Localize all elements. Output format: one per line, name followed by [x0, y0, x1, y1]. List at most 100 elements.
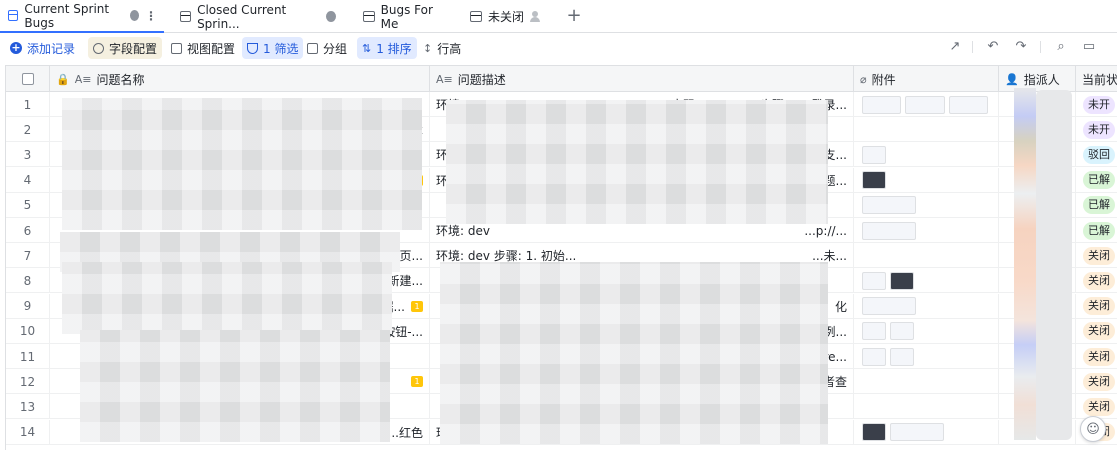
row-number: 8 — [6, 268, 50, 294]
attachment-thumbnail[interactable] — [890, 347, 914, 366]
status-cell[interactable]: 关闭 — [1076, 319, 1117, 344]
attachment-thumbnail[interactable] — [862, 145, 886, 164]
row-number: 3 — [6, 142, 50, 168]
attachment-thumbnail[interactable] — [890, 423, 944, 442]
status-cell[interactable]: 未开 — [1076, 92, 1117, 117]
tab-bugs-for-me[interactable]: Bugs For Me — [355, 0, 460, 33]
attachment-thumbnail[interactable] — [862, 196, 916, 215]
plus-circle-icon: + — [10, 41, 22, 54]
row-height-button[interactable]: ↕ 行高 — [418, 37, 466, 59]
tab-label: Current Sprint Bugs — [24, 1, 110, 30]
toolbar-divider — [972, 41, 973, 53]
text-field-icon: A≡ — [74, 72, 92, 86]
row-number: 10 — [6, 318, 50, 344]
gear-icon — [93, 42, 104, 54]
status-badge: 未开 — [1083, 95, 1115, 114]
attach-cell[interactable] — [854, 243, 999, 269]
tab-current-sprint-bugs[interactable]: Current Sprint Bugs ⋮ — [0, 0, 164, 33]
row-number: 13 — [6, 394, 50, 420]
attachment-thumbnail[interactable] — [862, 95, 902, 114]
attach-cell[interactable] — [854, 117, 999, 143]
status-cell[interactable]: 关闭 — [1076, 369, 1117, 394]
view-icon — [171, 42, 182, 54]
attachment-thumbnail[interactable] — [862, 347, 886, 366]
status-badge: 关闭 — [1083, 397, 1115, 416]
attach-cell[interactable] — [854, 167, 999, 193]
status-badge: 关闭 — [1083, 372, 1115, 391]
status-cell[interactable]: 关闭 — [1076, 294, 1117, 319]
add-record-label: 添加记录 — [27, 41, 76, 56]
add-record-button[interactable]: + 添加记录 — [5, 37, 80, 59]
attach-cell[interactable] — [854, 92, 999, 117]
table-icon — [180, 11, 192, 22]
attach-cell[interactable] — [854, 318, 999, 344]
attach-cell[interactable] — [854, 344, 999, 369]
attachment-thumbnail[interactable] — [862, 297, 916, 316]
group-button[interactable]: 分组 — [302, 37, 352, 59]
grid-header: 🔒 A≡ 问题名称 A≡ 问题描述 ⌀ 附件 👤 指派人 当前状 — [6, 66, 1117, 92]
status-cell[interactable]: 关闭 — [1076, 268, 1117, 293]
plus-icon[interactable]: + — [565, 6, 583, 26]
sort-button[interactable]: ⇅ 1 排序 — [357, 37, 417, 59]
sort-icon: ⇅ — [362, 41, 372, 55]
status-badge: 关闭 — [1083, 322, 1115, 341]
column-header-attach[interactable]: ⌀ 附件 — [854, 66, 999, 92]
attachment-thumbnail[interactable] — [862, 271, 886, 290]
comment-icon[interactable]: ▭ — [1082, 40, 1096, 54]
attachment-thumbnail[interactable] — [862, 221, 916, 240]
field-config-label: 字段配置 — [109, 41, 158, 56]
view-config-button[interactable]: 视图配置 — [166, 37, 240, 59]
column-header-title[interactable]: 🔒 A≡ 问题名称 — [50, 66, 430, 92]
attachment-thumbnail[interactable] — [890, 322, 914, 341]
attach-cell[interactable] — [854, 293, 999, 319]
tab-not-closed[interactable]: 未关闭 — [462, 0, 552, 33]
attachment-thumbnail[interactable] — [890, 271, 914, 290]
filter-button[interactable]: 1 筛选 — [242, 37, 304, 59]
column-header-desc[interactable]: A≡ 问题描述 — [430, 66, 854, 92]
attach-cell[interactable] — [854, 218, 999, 243]
table-icon — [363, 11, 375, 22]
column-attach-label: 附件 — [871, 72, 896, 87]
search-icon[interactable]: ⌕ — [1054, 40, 1068, 54]
share-icon[interactable]: ↗ — [948, 40, 962, 54]
status-cell[interactable]: 已解 — [1076, 168, 1117, 193]
text-field-icon: A≡ — [436, 72, 453, 86]
undo-icon[interactable]: ↶ — [986, 40, 1000, 54]
status-badge: 驳回 — [1083, 145, 1115, 164]
status-badge: 已解 — [1083, 171, 1115, 190]
field-config-button[interactable]: 字段配置 — [88, 37, 163, 59]
status-badge: 关闭 — [1083, 347, 1115, 366]
assistant-floating-button[interactable]: ☺ — [1080, 416, 1106, 442]
attach-cell[interactable] — [854, 394, 999, 420]
attachment-thumbnail[interactable] — [948, 95, 988, 114]
status-badge: 关闭 — [1083, 271, 1115, 290]
row-height-label: 行高 — [437, 41, 462, 56]
attach-cell[interactable] — [854, 419, 999, 445]
view-config-label: 视图配置 — [187, 41, 236, 56]
table-icon — [8, 10, 19, 21]
tab-closed-current-sprint[interactable]: Closed Current Sprin... — [172, 0, 344, 33]
attach-cell[interactable] — [854, 268, 999, 294]
attach-cell[interactable] — [854, 142, 999, 168]
status-cell[interactable]: 驳回 — [1076, 142, 1117, 167]
attach-cell[interactable] — [854, 192, 999, 218]
attach-cell[interactable] — [854, 369, 999, 395]
group-label: 分组 — [323, 41, 348, 56]
attachment-thumbnail[interactable] — [862, 423, 886, 442]
status-cell[interactable]: 已解 — [1076, 218, 1117, 243]
lock-icon: 🔒 — [56, 72, 70, 86]
status-cell[interactable]: 未开 — [1076, 117, 1117, 142]
select-all-checkbox[interactable] — [21, 73, 34, 85]
redo-icon[interactable]: ↷ — [1014, 40, 1028, 54]
column-header-status[interactable]: 当前状 — [1076, 66, 1117, 92]
attachment-thumbnail[interactable] — [905, 95, 945, 114]
status-cell[interactable]: 已解 — [1076, 193, 1117, 218]
attachment-thumbnail[interactable] — [862, 171, 886, 190]
status-cell[interactable]: 关闭 — [1076, 243, 1117, 268]
blurred-assignee-avatars — [1014, 88, 1036, 440]
status-cell[interactable]: 关闭 — [1076, 344, 1117, 369]
verified-icon — [326, 11, 336, 22]
attachment-thumbnail[interactable] — [862, 322, 886, 341]
more-icon[interactable]: ⋮ — [145, 9, 157, 23]
column-header-assignee[interactable]: 👤 指派人 — [999, 66, 1076, 92]
